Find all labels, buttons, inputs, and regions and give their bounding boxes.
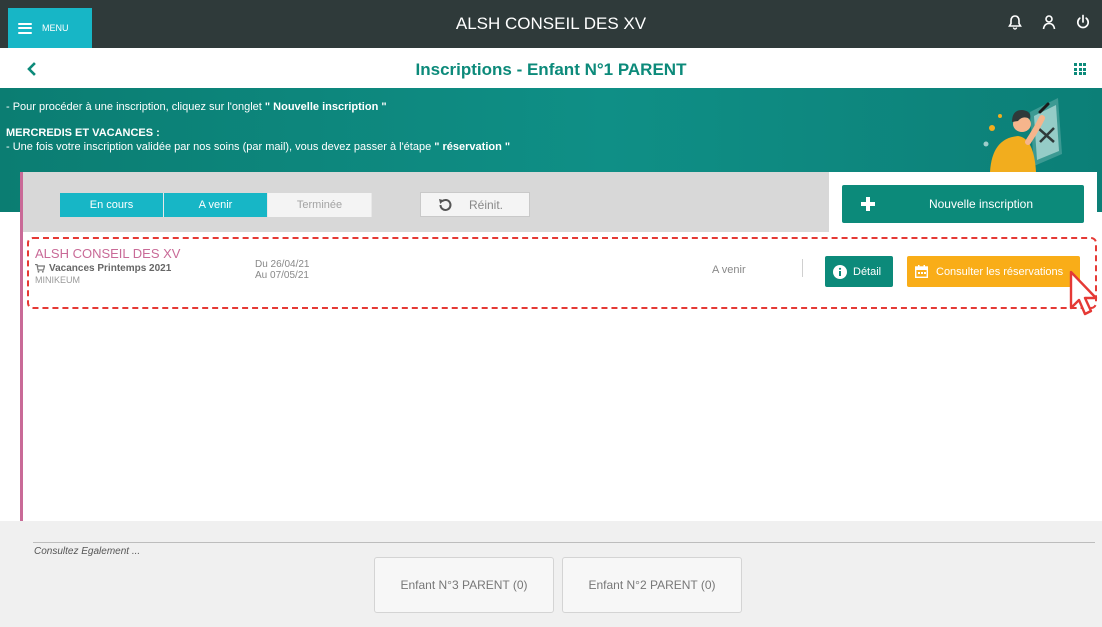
- filter-toolbar: En cours A venir Terminée Réinit.: [23, 172, 829, 232]
- inscriptions-panel: En cours A venir Terminée Réinit. Nouvel…: [20, 172, 1097, 521]
- child-2-button[interactable]: Enfant N°2 PARENT (0): [562, 557, 742, 613]
- top-bar: MENU ALSH CONSEIL DES XV: [0, 0, 1102, 48]
- banner-illustration: [983, 98, 1062, 172]
- bell-icon[interactable]: [1006, 12, 1024, 32]
- app-title: ALSH CONSEIL DES XV: [455, 14, 647, 33]
- child-3-button[interactable]: Enfant N°3 PARENT (0): [374, 557, 554, 613]
- banner-heading: MERCREDIS ET VACANCES :: [6, 127, 160, 139]
- banner-line-1: - Pour procéder à une inscription, cliqu…: [6, 101, 387, 113]
- reset-button[interactable]: Réinit.: [420, 192, 530, 217]
- filter-tabs: En cours A venir Terminée: [60, 193, 372, 217]
- calendar-icon: [915, 265, 928, 278]
- undo-icon: [439, 198, 452, 211]
- pointer-cursor-icon: [1069, 270, 1098, 316]
- inscription-title[interactable]: ALSH CONSEIL DES XV: [35, 246, 180, 261]
- tab-a-venir[interactable]: A venir: [164, 193, 268, 217]
- inscription-status: A venir: [712, 264, 746, 276]
- power-icon[interactable]: [1074, 12, 1092, 32]
- detail-button[interactable]: Détail: [825, 256, 893, 287]
- reset-label: Réinit.: [469, 197, 504, 212]
- date-from: Du 26/04/21: [255, 259, 310, 270]
- new-inscription-label: Nouvelle inscription: [928, 197, 1034, 211]
- inscription-period-label: Vacances Printemps 2021: [49, 263, 172, 274]
- inscription-center: MINIKEUM: [35, 275, 80, 285]
- sub-header: Inscriptions - Enfant N°1 PARENT: [0, 50, 1102, 88]
- inscription-row: ALSH CONSEIL DES XV Vacances Printemps 2…: [27, 237, 1097, 309]
- top-icons: [1006, 12, 1092, 32]
- detail-label: Détail: [853, 265, 882, 278]
- divider: [802, 259, 803, 277]
- apps-grid-icon[interactable]: [1074, 63, 1086, 75]
- cart-icon: [35, 264, 45, 273]
- user-icon[interactable]: [1040, 12, 1058, 32]
- see-also-section: Consultez Egalement ... Enfant N°3 PAREN…: [0, 521, 1102, 627]
- inscription-dates: Du 26/04/21 Au 07/05/21: [255, 259, 310, 281]
- view-reservations-label: Consulter les réservations: [936, 265, 1064, 278]
- date-to: Au 07/05/21: [255, 270, 309, 281]
- view-reservations-button[interactable]: Consulter les réservations: [907, 256, 1080, 287]
- new-inscription-button[interactable]: Nouvelle inscription: [842, 185, 1084, 223]
- page-title: Inscriptions - Enfant N°1 PARENT: [415, 60, 687, 79]
- tab-terminee[interactable]: Terminée: [268, 193, 372, 217]
- inscription-period: Vacances Printemps 2021: [35, 263, 171, 274]
- plus-icon: [842, 197, 894, 211]
- info-icon: [833, 264, 847, 279]
- banner-line-2: - Une fois votre inscription validée par…: [6, 141, 511, 153]
- tab-en-cours[interactable]: En cours: [60, 193, 164, 217]
- divider-line: [33, 542, 1095, 543]
- see-also-label: Consultez Egalement ...: [34, 546, 141, 557]
- banner-text: - Pour procéder à une inscription, cliqu…: [6, 100, 510, 154]
